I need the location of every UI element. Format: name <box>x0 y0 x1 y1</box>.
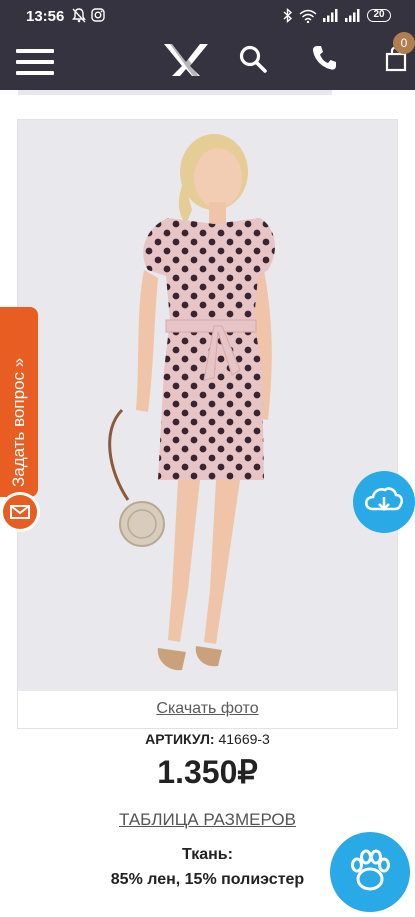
status-notification-icons <box>72 8 105 23</box>
product-photo[interactable] <box>18 120 397 691</box>
battery-icon: 20 <box>367 9 391 22</box>
ask-question-label: Задать вопрос » <box>9 357 28 487</box>
instagram-icon <box>91 8 105 22</box>
cloud-download-icon <box>364 487 404 511</box>
download-photo-link[interactable]: Скачать фото <box>18 691 397 729</box>
status-system-icons: 20 <box>283 8 391 23</box>
sku-value: 41669-3 <box>218 731 270 747</box>
divider <box>18 90 332 95</box>
paw-button[interactable] <box>330 832 410 912</box>
status-bar: 13:56 20 <box>0 0 415 32</box>
cloud-download-button[interactable] <box>353 471 415 533</box>
model-illustration <box>18 120 397 691</box>
size-table-link[interactable]: ТАБЛИЦА РАЗМЕРОВ <box>0 810 415 830</box>
phone-icon[interactable] <box>311 44 337 72</box>
logo[interactable] <box>162 40 210 80</box>
cart-count-badge: 0 <box>393 32 415 54</box>
mail-icon[interactable] <box>0 492 40 532</box>
sku-line: АРТИКУЛ: 41669-3 <box>0 731 415 747</box>
signal-icon <box>323 9 338 22</box>
signal-icon-2 <box>345 9 360 22</box>
muted-bell-icon <box>72 8 86 23</box>
bluetooth-icon <box>283 8 293 23</box>
price: 1.350₽ <box>157 754 258 790</box>
search-icon[interactable] <box>238 44 268 74</box>
site-header: 0 <box>0 32 415 90</box>
menu-icon[interactable] <box>16 49 54 75</box>
status-time: 13:56 <box>26 8 65 25</box>
paw-icon <box>351 849 390 891</box>
wifi-icon <box>299 9 317 23</box>
sku-label: АРТИКУЛ: <box>145 731 215 747</box>
product-photo-frame: Скачать фото <box>17 119 398 729</box>
ask-question-tab[interactable]: Задать вопрос » <box>0 307 38 497</box>
